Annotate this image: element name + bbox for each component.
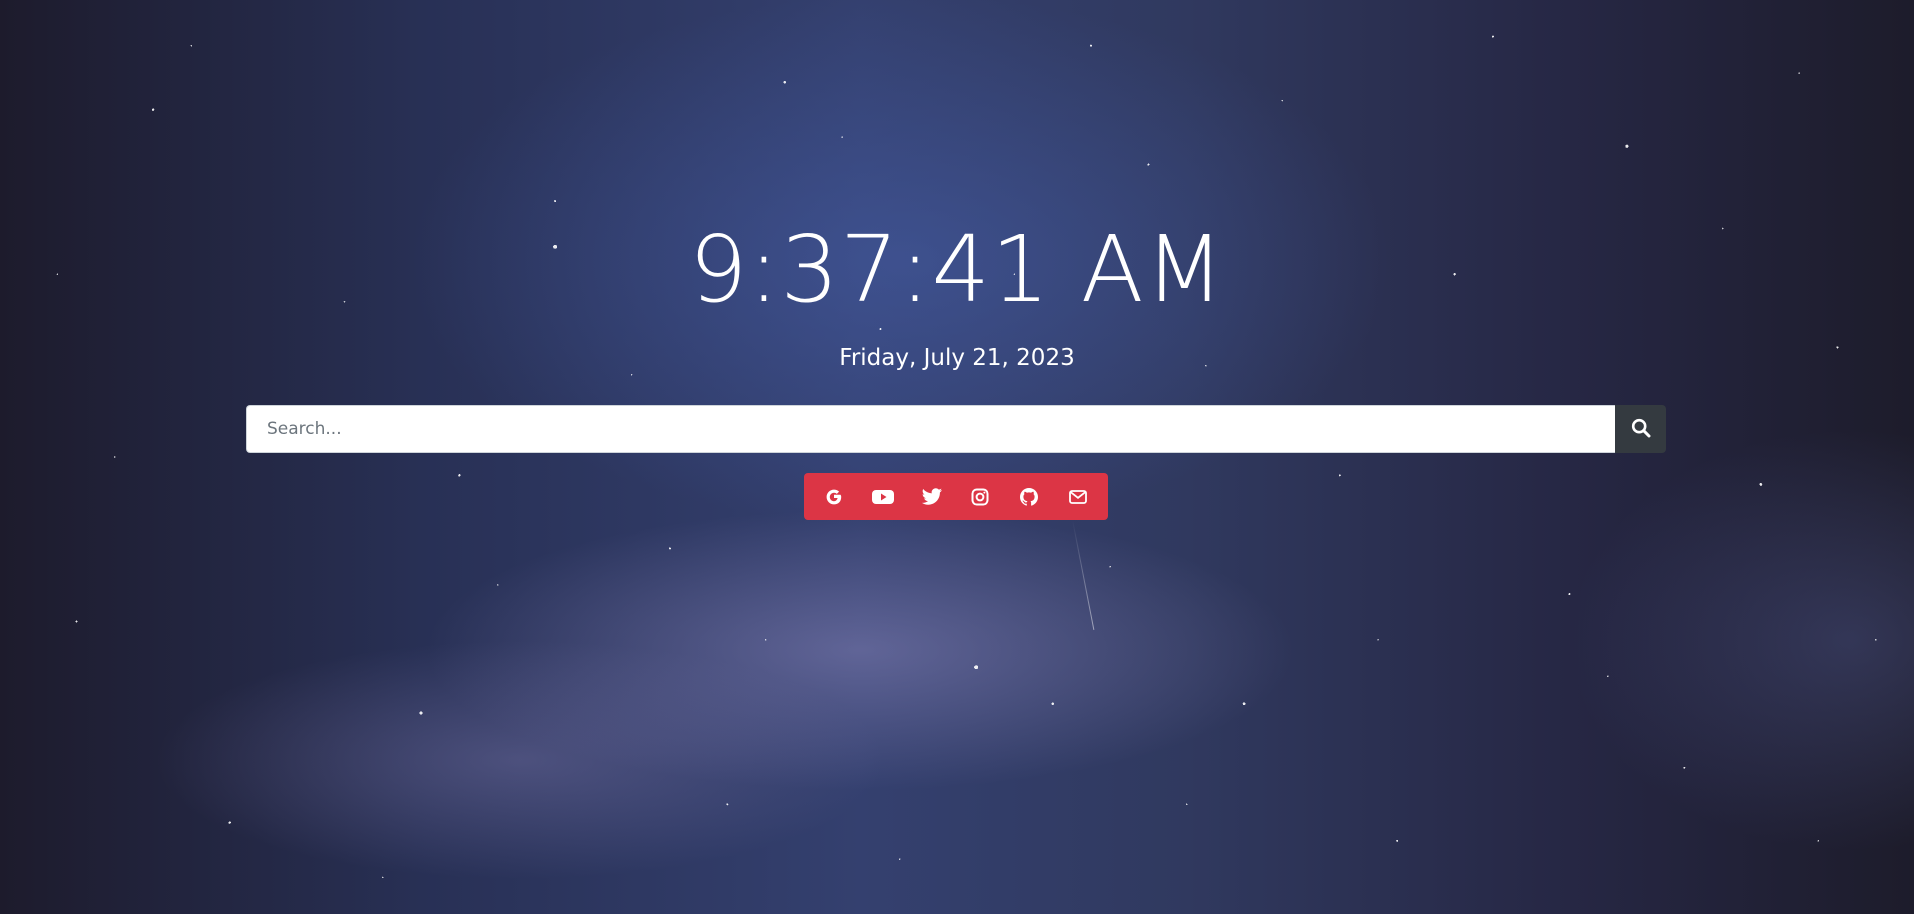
github-link[interactable] <box>1009 477 1049 517</box>
meteor-streak <box>1072 519 1095 630</box>
github-icon <box>1019 487 1039 507</box>
clock-date: Friday, July 21, 2023 <box>839 345 1075 371</box>
background-stars-small <box>0 0 1914 914</box>
search-button[interactable] <box>1615 405 1666 453</box>
youtube-link[interactable] <box>863 477 903 517</box>
quick-links-bar <box>804 473 1108 520</box>
youtube-icon <box>871 487 895 507</box>
search-input[interactable] <box>246 405 1615 453</box>
mail-link[interactable] <box>1058 477 1098 517</box>
twitter-link[interactable] <box>912 477 952 517</box>
search-bar <box>246 405 1666 453</box>
mail-icon <box>1068 487 1088 507</box>
google-icon <box>824 487 844 507</box>
search-icon <box>1631 418 1651 441</box>
clock-time: 9:37:41 AM <box>688 216 1226 323</box>
twitter-icon <box>921 487 943 507</box>
instagram-icon <box>970 487 990 507</box>
instagram-link[interactable] <box>960 477 1000 517</box>
background-stars <box>0 0 1914 914</box>
google-link[interactable] <box>814 477 854 517</box>
